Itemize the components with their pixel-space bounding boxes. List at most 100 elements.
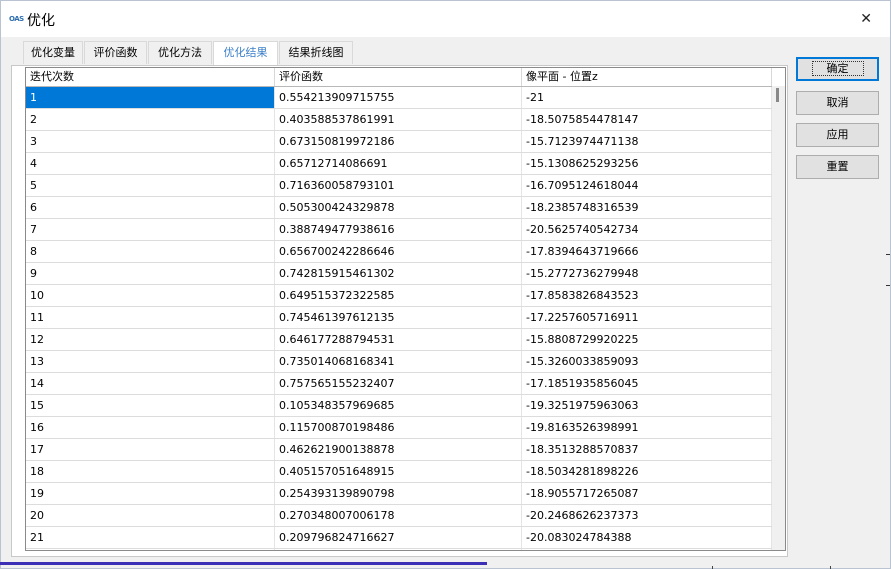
ok-button[interactable]: 确定 <box>796 57 879 81</box>
tab-optimization-results[interactable]: 优化结果 <box>213 41 278 66</box>
cell-image-z[interactable]: -17.8394643719666 <box>522 241 772 262</box>
table-row[interactable]: 10 0.649515372322585 -17.8583826843523 <box>26 285 772 307</box>
cell-image-z[interactable]: -19.8163526398991 <box>522 417 772 438</box>
tab-optimization-variables[interactable]: 优化变量 <box>23 41 83 64</box>
cell-iteration[interactable]: 16 <box>26 417 275 438</box>
table-row[interactable]: 21 0.209796824716627 -20.083024784388 <box>26 527 772 549</box>
cell-image-z[interactable]: -18.2385748316539 <box>522 197 772 218</box>
cell-iteration[interactable]: 9 <box>26 263 275 284</box>
apply-button[interactable]: 应用 <box>796 123 879 147</box>
cell-image-z[interactable]: -18.5034281898226 <box>522 461 772 482</box>
table-row[interactable]: 6 0.505300424329878 -18.2385748316539 <box>26 197 772 219</box>
cell-image-z[interactable]: -20.5625740542734 <box>522 219 772 240</box>
cell-merit[interactable]: 0.403588537861991 <box>275 109 522 130</box>
table-row[interactable]: 2 0.403588537861991 -18.5075854478147 <box>26 109 772 131</box>
column-header-iteration[interactable]: 迭代次数 <box>26 68 275 86</box>
cell-merit[interactable]: 0.554213909715755 <box>275 87 522 108</box>
table-row[interactable]: 3 0.673150819972186 -15.7123974471138 <box>26 131 772 153</box>
table-row[interactable]: 9 0.742815915461302 -15.2772736279948 <box>26 263 772 285</box>
cell-merit[interactable]: 0.757565155232407 <box>275 373 522 394</box>
tab-optimization-method[interactable]: 优化方法 <box>148 41 212 64</box>
column-header-merit[interactable]: 评价函数 <box>275 68 522 86</box>
cell-image-z[interactable]: -16.7095124618044 <box>522 175 772 196</box>
cell-image-z[interactable]: -17.2257605716911 <box>522 307 772 328</box>
table-row[interactable]: 7 0.388749477938616 -20.5625740542734 <box>26 219 772 241</box>
table-row[interactable]: 220.706222204657626-22.0843092641636 <box>26 549 772 550</box>
cell-image-z[interactable]: -15.7123974471138 <box>522 131 772 152</box>
cell-image-z[interactable]: -18.9055717265087 <box>522 483 772 504</box>
column-header-image-z[interactable]: 像平面 - 位置z <box>522 68 772 86</box>
cell-iteration[interactable]: 2 <box>26 109 275 130</box>
cell-iteration[interactable]: 3 <box>26 131 275 152</box>
cell-iteration[interactable]: 11 <box>26 307 275 328</box>
table-row[interactable]: 13 0.735014068168341 -15.3260033859093 <box>26 351 772 373</box>
cell-merit[interactable]: 0.254393139890798 <box>275 483 522 504</box>
scrollbar-thumb[interactable] <box>776 88 779 102</box>
cell-iteration[interactable]: 5 <box>26 175 275 196</box>
cell-image-z[interactable]: -18.5075854478147 <box>522 109 772 130</box>
cell-merit[interactable]: 0.270348007006178 <box>275 505 522 526</box>
cell-merit[interactable]: 0.105348357969685 <box>275 395 522 416</box>
cell-merit[interactable]: 0.462621900138878 <box>275 439 522 460</box>
table-row[interactable]: 5 0.716360058793101 -16.7095124618044 <box>26 175 772 197</box>
cell-image-z[interactable]: -15.8808729920225 <box>522 329 772 350</box>
cell-merit[interactable]: 0.405157051648915 <box>275 461 522 482</box>
cell-merit[interactable]: 0.716360058793101 <box>275 175 522 196</box>
results-table[interactable]: 迭代次数 评价函数 像平面 - 位置z 1 0.554213909715755 -2… <box>25 67 786 551</box>
cell-merit[interactable]: 0.706222204657626 <box>275 549 522 550</box>
cell-image-z[interactable]: -22.0843092641636 <box>522 549 772 550</box>
cell-iteration[interactable]: 18 <box>26 461 275 482</box>
table-row[interactable]: 19 0.254393139890798 -18.9055717265087 <box>26 483 772 505</box>
cell-iteration[interactable]: 13 <box>26 351 275 372</box>
cell-iteration[interactable]: 7 <box>26 219 275 240</box>
cell-iteration[interactable]: 6 <box>26 197 275 218</box>
cell-image-z[interactable]: -17.1851935856045 <box>522 373 772 394</box>
cell-iteration[interactable]: 17 <box>26 439 275 460</box>
cell-merit[interactable]: 0.742815915461302 <box>275 263 522 284</box>
table-row[interactable]: 18 0.405157051648915 -18.5034281898226 <box>26 461 772 483</box>
cell-image-z[interactable]: -20.2468626237373 <box>522 505 772 526</box>
cell-iteration[interactable]: 4 <box>26 153 275 174</box>
table-row[interactable]: 16 0.115700870198486 -19.8163526398991 <box>26 417 772 439</box>
cell-image-z[interactable]: -17.8583826843523 <box>522 285 772 306</box>
table-row[interactable]: 15 0.105348357969685 -19.3251975963063 <box>26 395 772 417</box>
reset-button[interactable]: 重置 <box>796 155 879 179</box>
table-row[interactable]: 20 0.270348007006178 -20.2468626237373 <box>26 505 772 527</box>
cell-merit[interactable]: 0.646177288794531 <box>275 329 522 350</box>
cell-iteration[interactable]: 21 <box>26 527 275 548</box>
table-row[interactable]: 12 0.646177288794531 -15.8808729920225 <box>26 329 772 351</box>
cancel-button[interactable]: 取消 <box>796 91 879 115</box>
cell-iteration[interactable]: 20 <box>26 505 275 526</box>
cell-image-z[interactable]: -19.3251975963063 <box>522 395 772 416</box>
title-bar[interactable]: OAS 优化 ✕ <box>1 1 890 37</box>
cell-merit[interactable]: 0.745461397612135 <box>275 307 522 328</box>
cell-merit[interactable]: 0.505300424329878 <box>275 197 522 218</box>
cell-image-z[interactable]: -15.1308625293256 <box>522 153 772 174</box>
cell-merit[interactable]: 0.388749477938616 <box>275 219 522 240</box>
cell-merit[interactable]: 0.115700870198486 <box>275 417 522 438</box>
cell-iteration[interactable]: 15 <box>26 395 275 416</box>
cell-merit[interactable]: 0.673150819972186 <box>275 131 522 152</box>
vertical-scrollbar[interactable] <box>772 86 785 550</box>
cell-merit[interactable]: 0.209796824716627 <box>275 527 522 548</box>
close-button[interactable]: ✕ <box>860 11 872 27</box>
tab-merit-function[interactable]: 评价函数 <box>84 41 147 64</box>
tab-result-line-chart[interactable]: 结果折线图 <box>279 41 353 64</box>
cell-merit[interactable]: 0.656700242286646 <box>275 241 522 262</box>
cell-merit[interactable]: 0.65712714086691 <box>275 153 522 174</box>
cell-iteration[interactable]: 12 <box>26 329 275 350</box>
table-row[interactable]: 4 0.65712714086691 -15.1308625293256 <box>26 153 772 175</box>
table-row[interactable]: 8 0.656700242286646 -17.8394643719666 <box>26 241 772 263</box>
cell-iteration[interactable]: 1 <box>26 87 275 108</box>
cell-iteration[interactable]: 14 <box>26 373 275 394</box>
cell-image-z[interactable]: -21 <box>522 87 772 108</box>
cell-merit[interactable]: 0.649515372322585 <box>275 285 522 306</box>
table-row[interactable]: 11 0.745461397612135 -17.2257605716911 <box>26 307 772 329</box>
cell-iteration[interactable]: 8 <box>26 241 275 262</box>
table-row[interactable]: 17 0.462621900138878 -18.3513288570837 <box>26 439 772 461</box>
table-row[interactable]: 1 0.554213909715755 -21 <box>26 87 772 109</box>
cell-merit[interactable]: 0.735014068168341 <box>275 351 522 372</box>
table-row[interactable]: 14 0.757565155232407 -17.1851935856045 <box>26 373 772 395</box>
cell-image-z[interactable]: -20.083024784388 <box>522 527 772 548</box>
cell-image-z[interactable]: -15.3260033859093 <box>522 351 772 372</box>
